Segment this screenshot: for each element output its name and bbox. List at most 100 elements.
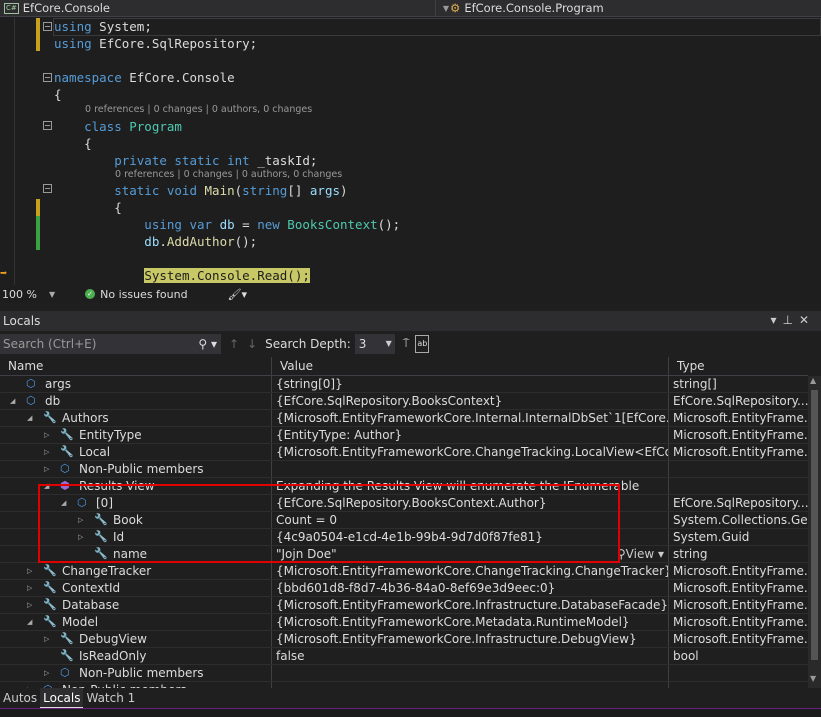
- issues-status[interactable]: No issues found: [100, 288, 187, 301]
- name-cell: ◢ ⬡ db: [0, 393, 272, 409]
- member-dropdown[interactable]: ⚙ EfCore.Console.Program: [436, 0, 821, 16]
- value-cell[interactable]: {EntityType: Author}: [272, 427, 669, 443]
- locals-row[interactable]: 🔧 IsReadOnly false bool: [0, 648, 808, 665]
- collapsed-arrow-icon[interactable]: ▷: [44, 427, 49, 443]
- breakpoint-gutter[interactable]: [0, 18, 15, 285]
- property-icon: 🔧: [60, 445, 74, 458]
- locals-row[interactable]: ⬡ args {string[0]} string[]: [0, 376, 808, 393]
- locals-row[interactable]: ◢ 🔧 Model {Microsoft.EntityFrameworkCore.Me…: [0, 614, 808, 631]
- locals-row[interactable]: ▷ ⬡ Non-Public members: [0, 665, 808, 682]
- search-next-icon[interactable]: ↓: [247, 337, 257, 351]
- scrollbar-thumb[interactable]: [811, 390, 818, 660]
- value-cell[interactable]: {EfCore.SqlRepository.BooksContext}: [272, 393, 669, 409]
- collapsed-arrow-icon[interactable]: ▷: [44, 665, 49, 681]
- expanded-arrow-icon[interactable]: ◢: [27, 614, 32, 630]
- value-cell[interactable]: [272, 665, 669, 681]
- variable-name: ContextId: [62, 581, 121, 595]
- codelens-info[interactable]: 0 references | 0 changes | 0 authors, 0 …: [85, 103, 312, 117]
- search-input[interactable]: Search (Ctrl+E) ⚲ ▾: [0, 334, 221, 354]
- chevron-down-icon: ▼: [442, 3, 449, 13]
- type-cell: EfCore.SqlRepository....: [673, 496, 808, 510]
- pin-icon[interactable]: ⍑: [403, 337, 410, 351]
- fold-toggle[interactable]: −: [43, 121, 52, 130]
- value-cell[interactable]: [272, 461, 669, 477]
- code-line[interactable]: using var db = new BooksContext();: [54, 216, 400, 233]
- tab-autos[interactable]: Autos: [0, 688, 40, 708]
- close-icon[interactable]: ✕: [799, 313, 815, 327]
- hex-display-icon[interactable]: ab: [415, 335, 430, 353]
- code-line[interactable]: using System;: [54, 18, 152, 35]
- locals-row[interactable]: ◢ ⬡ db {EfCore.SqlRepository.BooksContext} E…: [0, 393, 808, 410]
- visualizer-view-button[interactable]: ⚲View ▾: [617, 546, 664, 562]
- type-cell: Microsoft.EntityFrame...: [673, 598, 808, 612]
- fold-toggle[interactable]: −: [43, 184, 52, 193]
- code-line[interactable]: {: [54, 135, 92, 152]
- code-line[interactable]: namespace EfCore.Console: [54, 69, 235, 86]
- code-line[interactable]: {: [54, 199, 122, 216]
- locals-row[interactable]: ▷ 🔧 EntityType {EntityType: Author} Microsof…: [0, 427, 808, 444]
- collapsed-arrow-icon[interactable]: ▷: [44, 461, 49, 477]
- code-line[interactable]: db.AddAuthor();: [54, 233, 257, 250]
- vertical-scrollbar[interactable]: ▲ ▼: [808, 376, 821, 688]
- search-icon[interactable]: ⚲ ▾: [198, 334, 217, 354]
- locals-row[interactable]: ▷ 🔧 ContextId {bbd601d8-f8d7-4b36-84a0-8ef6…: [0, 580, 808, 597]
- search-previous-icon[interactable]: ↑: [229, 337, 239, 351]
- value-cell[interactable]: {Microsoft.EntityFrameworkCore.Infrastru…: [272, 597, 669, 613]
- locals-row[interactable]: ◢ 🔧 Authors {Microsoft.EntityFrameworkCore.…: [0, 410, 808, 427]
- value-cell[interactable]: {Microsoft.EntityFrameworkCore.Internal.…: [272, 410, 669, 426]
- value-cell[interactable]: false: [272, 648, 669, 664]
- value-cell[interactable]: {Microsoft.EntityFrameworkCore.Metadata.…: [272, 614, 669, 630]
- codelens-info[interactable]: 0 references | 0 changes | 0 authors, 0 …: [115, 168, 342, 182]
- expanded-arrow-icon[interactable]: ◢: [10, 393, 15, 409]
- scroll-down-icon[interactable]: ▼: [810, 674, 816, 683]
- value-cell[interactable]: {bbd601d8-f8d7-4b36-84a0-8ef69e3d9eec:0}: [272, 580, 669, 596]
- name-cell: ▷ ⬡ Non-Public members: [0, 665, 272, 681]
- value-cell[interactable]: {Microsoft.EntityFrameworkCore.ChangeTra…: [272, 444, 669, 460]
- code-line[interactable]: private static int _taskId;: [54, 152, 317, 169]
- column-header-type[interactable]: Type: [669, 357, 808, 375]
- debug-tabs: Autos Locals Watch 1: [0, 688, 821, 708]
- value-cell[interactable]: {string[0]}: [272, 376, 669, 392]
- collapsed-arrow-icon[interactable]: ▷: [44, 444, 49, 460]
- dropdown-icon[interactable]: ▾: [770, 313, 782, 327]
- object-icon: ⬡: [60, 666, 70, 679]
- zoom-level[interactable]: 100 %: [2, 288, 37, 301]
- tab-watch-1[interactable]: Watch 1: [83, 688, 138, 708]
- pin-icon[interactable]: ⊥: [782, 313, 798, 327]
- column-header-value[interactable]: Value: [272, 357, 669, 375]
- type-cell: Microsoft.EntityFrame...: [673, 445, 808, 459]
- fold-toggle[interactable]: −: [43, 73, 52, 82]
- code-token: args: [309, 183, 341, 198]
- type-cell: Microsoft.EntityFrame...: [673, 564, 808, 578]
- locals-row[interactable]: ▷ ⬡ Non-Public members: [0, 461, 808, 478]
- project-dropdown[interactable]: C# EfCore.Console ▼: [0, 0, 449, 16]
- collapsed-arrow-icon[interactable]: ▷: [27, 597, 32, 613]
- collapsed-arrow-icon[interactable]: ▷: [44, 631, 49, 647]
- name-cell: ◢ 🔧 Authors: [0, 410, 272, 426]
- locals-row[interactable]: ▷ 🔧 DebugView {Microsoft.EntityFrameworkCor…: [0, 631, 808, 648]
- code-line[interactable]: using EfCore.SqlRepository;: [54, 35, 257, 52]
- locals-row[interactable]: ▷ 🔧 Database {Microsoft.EntityFrameworkCore…: [0, 597, 808, 614]
- collapsed-arrow-icon[interactable]: ▷: [27, 580, 32, 596]
- code-line[interactable]: {: [54, 86, 62, 103]
- locals-row[interactable]: ▷ 🔧 ChangeTracker {Microsoft.EntityFramewor…: [0, 563, 808, 580]
- expanded-arrow-icon[interactable]: ◢: [27, 410, 32, 426]
- tab-locals[interactable]: Locals: [40, 688, 84, 708]
- code-editor[interactable]: − − − − ➡ using System; using EfCore.SqlR…: [0, 18, 821, 285]
- search-depth-select[interactable]: 3 ▼: [354, 334, 395, 354]
- type-cell: Microsoft.EntityFrame...: [673, 632, 808, 646]
- variable-value: {Microsoft.EntityFrameworkCore.ChangeTra…: [276, 445, 669, 459]
- code-cleanup-icon[interactable]: 🖌▾: [228, 288, 248, 301]
- fold-toggle[interactable]: −: [43, 22, 52, 31]
- code-line[interactable]: class Program: [54, 118, 182, 135]
- collapsed-arrow-icon[interactable]: ▷: [27, 563, 32, 579]
- value-cell[interactable]: {Microsoft.EntityFrameworkCore.Infrastru…: [272, 631, 669, 647]
- value-cell[interactable]: {Microsoft.EntityFrameworkCore.ChangeTra…: [272, 563, 669, 579]
- code-line[interactable]: System.Console.Read();: [54, 267, 310, 284]
- chevron-down-icon[interactable]: ▼: [49, 290, 55, 299]
- column-header-name[interactable]: Name: [0, 357, 272, 375]
- locals-row[interactable]: ▷ 🔧 Local {Microsoft.EntityFrameworkCore.Ch…: [0, 444, 808, 461]
- property-icon: 🔧: [43, 581, 57, 594]
- scroll-up-icon[interactable]: ▲: [810, 376, 816, 385]
- code-line[interactable]: static void Main(string[] args): [54, 182, 347, 199]
